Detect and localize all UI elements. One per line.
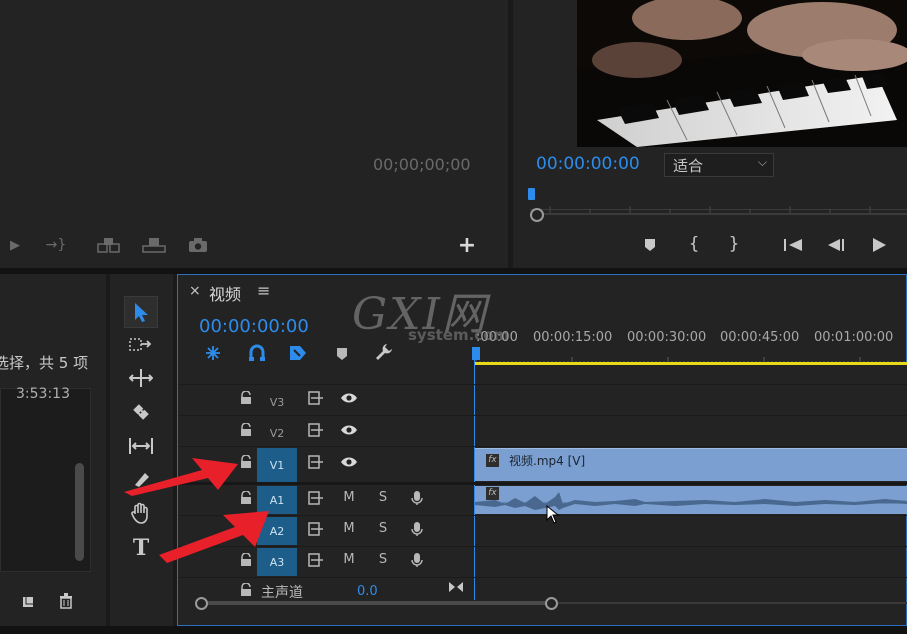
program-video-frame (577, 0, 907, 147)
lock-icon[interactable] (236, 390, 256, 409)
new-item-icon[interactable] (20, 592, 38, 610)
source-controls: ▶ →} + (0, 232, 508, 258)
mark-out-icon[interactable]: } (725, 232, 743, 256)
project-scrollbar[interactable] (75, 463, 84, 561)
program-timecode[interactable]: 00:00:00:00 (536, 154, 640, 174)
eye-icon[interactable] (339, 455, 359, 473)
hand-tool[interactable] (126, 500, 156, 526)
sync-lock-icon[interactable] (306, 491, 326, 509)
linked-selection-icon[interactable] (286, 343, 310, 363)
add-button[interactable]: + (456, 232, 478, 258)
track-label-v2[interactable]: V2 (257, 419, 297, 447)
overwrite-icon[interactable] (96, 234, 122, 256)
playhead-marker[interactable] (472, 347, 480, 360)
lock-icon[interactable] (236, 582, 256, 601)
sync-lock-icon[interactable] (306, 522, 326, 540)
selection-arrow-icon (135, 303, 148, 322)
master-volume-value[interactable]: 0.0 (357, 584, 378, 599)
program-scrub-bar[interactable] (530, 200, 907, 215)
trash-icon[interactable] (57, 592, 75, 610)
selection-tool[interactable] (124, 296, 158, 328)
track-select-tool[interactable] (126, 333, 156, 357)
mouse-cursor (546, 505, 560, 524)
track-separator (178, 546, 907, 547)
sync-lock-icon[interactable] (306, 391, 326, 409)
sync-lock-icon[interactable] (306, 553, 326, 571)
step-back-frame-icon[interactable] (824, 234, 848, 256)
project-item-duration: 3:53:13 (16, 386, 70, 402)
ruler-label: 00:00:45:00 (720, 330, 800, 345)
solo-button[interactable]: S (373, 521, 393, 536)
timeline-timecode[interactable]: 00:00:00:00 (199, 316, 309, 337)
panel-menu-icon[interactable]: ≡ (257, 281, 270, 300)
sync-lock-icon[interactable] (306, 423, 326, 441)
track-separator (178, 482, 907, 485)
fx-badge: fx (486, 454, 499, 467)
snap-icon[interactable] (245, 343, 269, 363)
lock-icon[interactable] (236, 422, 256, 441)
fit-dropdown-label: 适合 (673, 157, 704, 175)
microphone-icon[interactable] (407, 490, 427, 510)
track-separator (178, 577, 907, 578)
chevron-down-icon: ⌵ (757, 155, 767, 169)
marker-icon[interactable] (641, 234, 659, 256)
video-clip[interactable]: fx 视频.mp4 [V] (475, 448, 907, 481)
eye-icon[interactable] (339, 391, 359, 409)
microphone-icon[interactable] (407, 552, 427, 572)
close-tab-button[interactable]: × (189, 283, 201, 299)
nest-icon[interactable] (201, 343, 225, 363)
play-icon[interactable] (867, 234, 891, 256)
mute-button[interactable]: M (339, 490, 359, 505)
add-marker-icon[interactable] (334, 345, 350, 363)
audio-waveform (475, 492, 907, 510)
step-back-icon[interactable]: ▶ (4, 234, 26, 256)
program-zoom-handle[interactable] (530, 208, 544, 222)
mark-in-icon[interactable]: { (685, 232, 703, 256)
bottom-strip (0, 626, 907, 634)
video-clip-name: 视频.mp4 [V] (509, 454, 586, 468)
program-playhead-marker[interactable] (528, 188, 535, 200)
ruler-label: 00:00:15:00 (533, 330, 613, 345)
ruler-ticks (474, 352, 907, 367)
mute-button[interactable]: M (339, 521, 359, 536)
timeline-zoom-range[interactable] (202, 601, 551, 605)
sync-lock-icon[interactable] (306, 455, 326, 473)
master-track-label: 主声道 (261, 585, 303, 601)
export-frame-icon[interactable] (141, 234, 167, 256)
solo-button[interactable]: S (373, 490, 393, 505)
project-selection-text: 选择，共 5 项 (0, 354, 89, 372)
ruler-label: 00:01:00:00 (814, 330, 894, 345)
program-controls: { } (513, 232, 907, 258)
track-label-v3[interactable]: V3 (257, 388, 297, 416)
source-timecode[interactable]: 00;00;00;00 (373, 155, 471, 174)
go-to-end-icon[interactable] (446, 580, 466, 594)
mute-button[interactable]: M (339, 552, 359, 567)
track-label-v1[interactable]: V1 (257, 448, 297, 482)
timeline-zoom-handle-left[interactable] (195, 597, 208, 610)
annotation-arrow-v1 (124, 458, 238, 496)
solo-button[interactable]: S (373, 552, 393, 567)
type-tool[interactable]: T (126, 535, 156, 561)
sequence-tab-title[interactable]: 视频 (209, 281, 241, 305)
watermark: GXI网 system.com (352, 278, 522, 348)
source-monitor (0, 0, 508, 268)
camera-icon[interactable] (185, 234, 211, 256)
ruler-label: 00:00:30:00 (627, 330, 707, 345)
program-zoom-bar[interactable] (536, 213, 907, 215)
ripple-tool[interactable] (126, 366, 156, 390)
razor-tool[interactable] (126, 400, 156, 424)
watermark-domain: system.com (408, 326, 510, 344)
annotation-arrow-a2 (159, 511, 269, 563)
audio-clip[interactable]: fx (475, 486, 907, 514)
insert-icon[interactable]: →} (42, 234, 70, 256)
microphone-icon[interactable] (407, 521, 427, 541)
track-separator (178, 515, 907, 516)
track-separator (178, 384, 907, 385)
timeline-zoom-handle-right[interactable] (545, 597, 558, 610)
go-to-in-icon[interactable] (781, 234, 805, 256)
fit-dropdown[interactable]: 适合 ⌵ (664, 153, 774, 177)
eye-icon[interactable] (339, 423, 359, 441)
